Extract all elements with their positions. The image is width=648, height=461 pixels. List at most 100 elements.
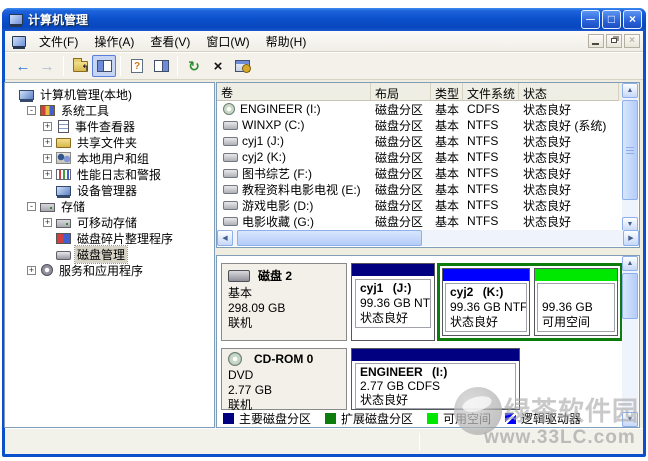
volume-name: WINXP (C:) bbox=[242, 118, 304, 132]
column-header-type[interactable]: 类型 bbox=[431, 83, 463, 101]
up-folder-icon: ↰ bbox=[73, 61, 88, 72]
partition-label: cyj1 (J:) bbox=[360, 281, 426, 296]
partition-cyj2[interactable]: cyj2 (K:) 99.36 GB NTFS 状态良好 bbox=[442, 268, 530, 336]
show-detail-pane-button[interactable] bbox=[149, 55, 173, 77]
expand-icon[interactable]: + bbox=[27, 266, 36, 275]
close-button[interactable]: × bbox=[623, 10, 642, 29]
menu-window[interactable]: 窗口(W) bbox=[198, 31, 257, 52]
tree-item-performance-logs[interactable]: + 性能日志和警报 bbox=[5, 166, 214, 182]
volume-type: 基本 bbox=[431, 197, 463, 214]
extended-partition-group[interactable]: cyj2 (K:) 99.36 GB NTFS 状态良好 99.36 GB 可用… bbox=[437, 263, 623, 341]
disk2-label-panel[interactable]: 磁盘 2 基本 298.09 GB 联机 bbox=[221, 263, 347, 341]
volume-name: cyj2 (K:) bbox=[242, 150, 286, 164]
volume-row-tushuzongyi[interactable]: 图书综艺 (F:) 磁盘分区 基本 NTFS 状态良好 bbox=[217, 165, 623, 181]
volume-layout: 磁盘分区 bbox=[371, 117, 431, 134]
tree-item-disk-management[interactable]: 磁盘管理 bbox=[5, 246, 214, 262]
volume-name: 教程资料电影电视 (E:) bbox=[242, 181, 361, 198]
cdrom0-row: CD-ROM 0 DVD 2.77 GB 联机 ENGINEER (I:) 2.… bbox=[221, 348, 520, 410]
extended-partition-swatch bbox=[325, 413, 336, 424]
scrollbar-thumb[interactable] bbox=[622, 100, 638, 200]
scroll-right-icon[interactable]: ▶ bbox=[623, 230, 639, 246]
expand-icon[interactable]: + bbox=[43, 138, 52, 147]
tree-item-defragmenter[interactable]: 磁盘碎片整理程序 bbox=[5, 230, 214, 246]
child-close-button[interactable]: × bbox=[624, 34, 640, 48]
column-header-status[interactable]: 状态 bbox=[519, 83, 619, 101]
computer-icon bbox=[19, 90, 34, 100]
menu-help[interactable]: 帮助(H) bbox=[258, 31, 315, 52]
toolbar: ← → ↰ ? ↻ × bbox=[5, 52, 643, 80]
partition-status: 状态良好 bbox=[450, 315, 522, 330]
volume-row-jiaochengziliao[interactable]: 教程资料电影电视 (E:) 磁盘分区 基本 NTFS 状态良好 bbox=[217, 181, 623, 197]
column-header-layout[interactable]: 布局 bbox=[371, 83, 431, 101]
volume-row-cyj1[interactable]: cyj1 (J:) 磁盘分区 基本 NTFS 状态良好 bbox=[217, 133, 623, 149]
volume-list-horizontal-scrollbar[interactable]: ◀ ▶ bbox=[217, 230, 639, 246]
tree-item-device-manager[interactable]: 设备管理器 bbox=[5, 182, 214, 198]
tree-item-system-tools[interactable]: - 系统工具 bbox=[5, 102, 214, 118]
forward-button[interactable]: → bbox=[35, 55, 59, 77]
child-window-icon[interactable] bbox=[12, 36, 26, 47]
partition-cyj1[interactable]: cyj1 (J:) 99.36 GB NTFS 状态良好 bbox=[351, 263, 435, 341]
child-minimize-button[interactable] bbox=[588, 34, 604, 48]
volume-name: 游戏电影 (D:) bbox=[242, 197, 313, 214]
collapse-icon[interactable]: - bbox=[27, 106, 36, 115]
back-button[interactable]: ← bbox=[11, 55, 35, 77]
collapse-icon[interactable]: - bbox=[27, 202, 36, 211]
expand-icon[interactable]: + bbox=[43, 154, 52, 163]
volume-row-dianyingshoucang[interactable]: 电影收藏 (G:) 磁盘分区 基本 NTFS 状态良好 bbox=[217, 213, 623, 229]
tree-item-services-applications[interactable]: + 服务和应用程序 bbox=[5, 262, 214, 278]
graphical-view-vertical-scrollbar[interactable]: ▲ ▼ bbox=[622, 256, 638, 427]
expand-icon[interactable]: + bbox=[43, 218, 52, 227]
detail-pane-icon bbox=[154, 60, 169, 72]
volume-status: 状态良好 (系统) bbox=[519, 117, 619, 134]
column-header-volume[interactable]: 卷 bbox=[217, 83, 371, 101]
cdrom0-label-panel[interactable]: CD-ROM 0 DVD 2.77 GB 联机 bbox=[221, 348, 347, 410]
maximize-button[interactable]: □ bbox=[602, 10, 621, 29]
legend-label: 逻辑驱动器 bbox=[521, 410, 581, 427]
console-window-button[interactable] bbox=[230, 55, 254, 77]
partition-size: 99.36 GB NTFS bbox=[450, 300, 522, 315]
menu-file[interactable]: 文件(F) bbox=[31, 31, 86, 52]
delete-button[interactable]: × bbox=[206, 55, 230, 77]
scroll-up-icon[interactable]: ▲ bbox=[622, 256, 638, 271]
tree-item-computer-management[interactable]: 计算机管理(本地) bbox=[5, 86, 214, 102]
scroll-down-icon[interactable]: ▼ bbox=[622, 412, 638, 427]
properties-button[interactable]: ? bbox=[125, 55, 149, 77]
tree-item-shared-folders[interactable]: + 共享文件夹 bbox=[5, 134, 214, 150]
performance-logs-icon bbox=[56, 169, 71, 180]
menu-action[interactable]: 操作(A) bbox=[86, 31, 142, 52]
tree-item-label: 性能日志和警报 bbox=[75, 166, 163, 183]
refresh-button[interactable]: ↻ bbox=[182, 55, 206, 77]
drive-icon bbox=[223, 169, 238, 178]
volume-fs: NTFS bbox=[463, 166, 519, 180]
partition-engineer[interactable]: ENGINEER (I:) 2.77 GB CDFS 状态良好 bbox=[351, 348, 520, 410]
volume-row-engineer[interactable]: ENGINEER (I:) 磁盘分区 基本 CDFS 状态良好 bbox=[217, 101, 623, 117]
logical-drive-swatch bbox=[505, 413, 516, 424]
expand-icon[interactable]: + bbox=[43, 122, 52, 131]
scrollbar-thumb[interactable] bbox=[237, 230, 422, 246]
tree-item-event-viewer[interactable]: + 事件查看器 bbox=[5, 118, 214, 134]
restore-glyph bbox=[611, 38, 617, 43]
column-header-filesystem[interactable]: 文件系统 bbox=[463, 83, 519, 101]
drive-icon bbox=[223, 137, 238, 146]
minimize-button[interactable]: ─ bbox=[581, 10, 600, 29]
volume-row-winxp[interactable]: WINXP (C:) 磁盘分区 基本 NTFS 状态良好 (系统) bbox=[217, 117, 623, 133]
show-console-tree-button[interactable] bbox=[92, 55, 116, 77]
scroll-up-icon[interactable]: ▲ bbox=[622, 83, 638, 98]
volume-row-youxidianying[interactable]: 游戏电影 (D:) 磁盘分区 基本 NTFS 状态良好 bbox=[217, 197, 623, 213]
tree-item-removable-storage[interactable]: + 可移动存储 bbox=[5, 214, 214, 230]
expand-icon[interactable]: + bbox=[43, 170, 52, 179]
child-restore-button[interactable] bbox=[606, 34, 622, 48]
volume-row-cyj2[interactable]: cyj2 (K:) 磁盘分区 基本 NTFS 状态良好 bbox=[217, 149, 623, 165]
volume-list-vertical-scrollbar[interactable]: ▲ ▼ bbox=[622, 83, 638, 232]
tree-item-local-users[interactable]: + 本地用户和组 bbox=[5, 150, 214, 166]
scroll-left-icon[interactable]: ◀ bbox=[217, 230, 233, 246]
scrollbar-thumb[interactable] bbox=[622, 273, 638, 319]
volume-list-body: ENGINEER (I:) 磁盘分区 基本 CDFS 状态良好 WINXP (C… bbox=[217, 101, 623, 232]
volume-name: 电影收藏 (G:) bbox=[242, 213, 314, 230]
menu-view[interactable]: 查看(V) bbox=[142, 31, 198, 52]
free-space-region[interactable]: 99.36 GB 可用空间 bbox=[534, 268, 618, 336]
tree-item-label: 系统工具 bbox=[59, 102, 111, 119]
tree-item-storage[interactable]: - 存储 bbox=[5, 198, 214, 214]
up-folder-button[interactable]: ↰ bbox=[68, 55, 92, 77]
title-bar[interactable]: 计算机管理 ─ □ × bbox=[2, 8, 646, 31]
